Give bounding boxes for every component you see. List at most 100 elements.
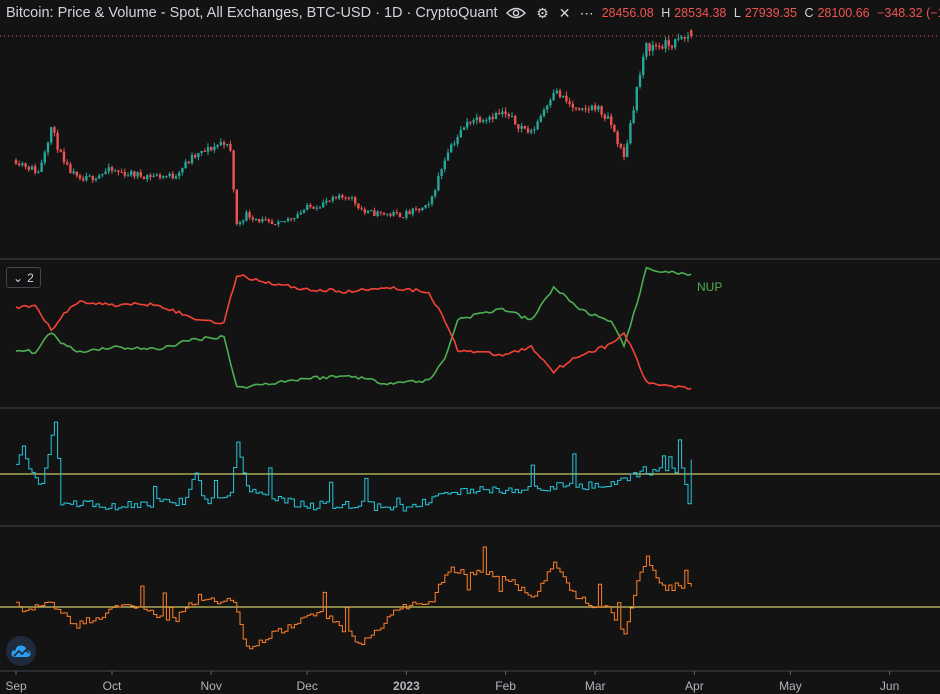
tradingview-logo-icon[interactable] — [6, 636, 36, 666]
candle-body — [597, 106, 600, 110]
candle-body — [562, 95, 565, 98]
candle-body — [395, 212, 398, 214]
candle-body — [174, 176, 178, 179]
candle-body — [238, 222, 242, 225]
candle-body — [328, 200, 331, 202]
candle-body — [299, 212, 302, 215]
candle-body — [213, 146, 216, 151]
candle-body — [200, 151, 203, 154]
candle-body — [472, 120, 475, 123]
cloud-icon — [11, 645, 31, 657]
candle-body — [107, 167, 110, 172]
candle-body — [418, 208, 421, 211]
candle-body — [309, 204, 312, 207]
candle-body — [485, 119, 488, 121]
chevron-down-icon: ⌄ — [13, 270, 24, 285]
candle-body — [638, 74, 642, 87]
candle-body — [459, 129, 462, 138]
ohlc-low-value: 27939.35 — [744, 6, 797, 20]
candle-body — [69, 164, 72, 174]
candle-body — [530, 130, 533, 133]
candle-body — [651, 44, 654, 51]
candle-body — [40, 162, 43, 172]
candle-body — [318, 207, 322, 209]
settings-icon[interactable]: ⚙ — [532, 4, 554, 22]
candle-body — [258, 219, 261, 222]
candle-body — [18, 163, 21, 166]
candle-body — [24, 163, 27, 167]
candle-body — [434, 190, 437, 197]
x-axis-tick-label: Nov — [201, 679, 222, 693]
candle-body — [610, 116, 613, 125]
candle-body — [389, 213, 392, 216]
candle-body — [430, 196, 434, 204]
candle-body — [565, 95, 568, 102]
candle-body — [142, 176, 146, 180]
candle-body — [370, 210, 373, 212]
candle-body — [450, 144, 453, 153]
candle-body — [139, 172, 142, 177]
candle-body — [616, 131, 619, 145]
ohlc-close-value: 28100.66 — [817, 6, 870, 20]
candle-body — [210, 147, 213, 151]
candle-body — [46, 142, 50, 153]
candle-body — [568, 101, 571, 104]
candle-body — [110, 167, 114, 171]
candle-body — [642, 56, 645, 75]
candle-body — [555, 90, 558, 94]
candle-body — [501, 111, 504, 115]
ohlc-high-label: H — [661, 6, 671, 20]
candle-body — [50, 127, 53, 143]
candle-body — [539, 115, 542, 122]
candle-body — [613, 124, 616, 132]
candle-body — [510, 115, 514, 117]
x-axis-tick-label: Dec — [297, 679, 318, 693]
close-icon[interactable]: ✕ — [554, 4, 576, 22]
ohlc-high-value: 28534.38 — [674, 6, 727, 20]
candle-body — [270, 221, 274, 225]
candle-body — [584, 108, 587, 110]
candle-body — [34, 166, 37, 173]
candle-body — [386, 213, 389, 215]
candle-body — [382, 212, 386, 215]
candle-body — [517, 124, 520, 129]
candle-body — [114, 170, 117, 172]
candle-body — [43, 152, 46, 163]
series-line-nup — [15, 266, 692, 389]
candle-body — [101, 174, 104, 176]
candle-body — [558, 90, 562, 98]
candle-body — [402, 217, 405, 219]
candle-body — [619, 144, 622, 148]
ohlc-readout: 28456.08 H 28534.38 L 27939.35 C 28100.66 −… — [602, 6, 940, 20]
candle-body — [178, 172, 181, 177]
candle-body — [350, 197, 354, 199]
candle-body — [523, 126, 526, 129]
candle-body — [222, 142, 226, 145]
candle-body — [130, 171, 133, 176]
candle-body — [626, 143, 629, 157]
candle-body — [322, 202, 325, 208]
candle-body — [274, 224, 277, 226]
chart-canvas[interactable]: Sep Oct Nov Dec 2023 Feb Mar Apr May Jun NUP — [0, 0, 940, 694]
candle-body — [232, 150, 235, 190]
pane-collapse-button[interactable]: ⌄ 2 — [6, 267, 41, 288]
pane-count-label: 2 — [27, 270, 34, 285]
eye-icon[interactable] — [505, 6, 526, 20]
candle-body — [533, 129, 536, 131]
candle-body — [190, 155, 194, 164]
candle-body — [664, 40, 667, 49]
candle-body — [587, 109, 590, 111]
candle-body — [578, 108, 581, 110]
candle-body — [117, 170, 120, 172]
candle-body — [334, 197, 338, 199]
pane3-step-line — [16, 421, 692, 512]
more-icon[interactable]: ⋯ — [576, 4, 598, 22]
candle-body — [347, 197, 350, 199]
candle-body — [293, 217, 296, 219]
candle-body — [104, 171, 107, 175]
x-axis-tick-label: Feb — [495, 679, 516, 693]
candle-body — [248, 212, 251, 218]
chart-title: Bitcoin: Price & Volume - Spot, All Exch… — [0, 5, 504, 21]
candle-body — [536, 121, 539, 130]
nup-legend-label: NUP — [697, 280, 722, 294]
